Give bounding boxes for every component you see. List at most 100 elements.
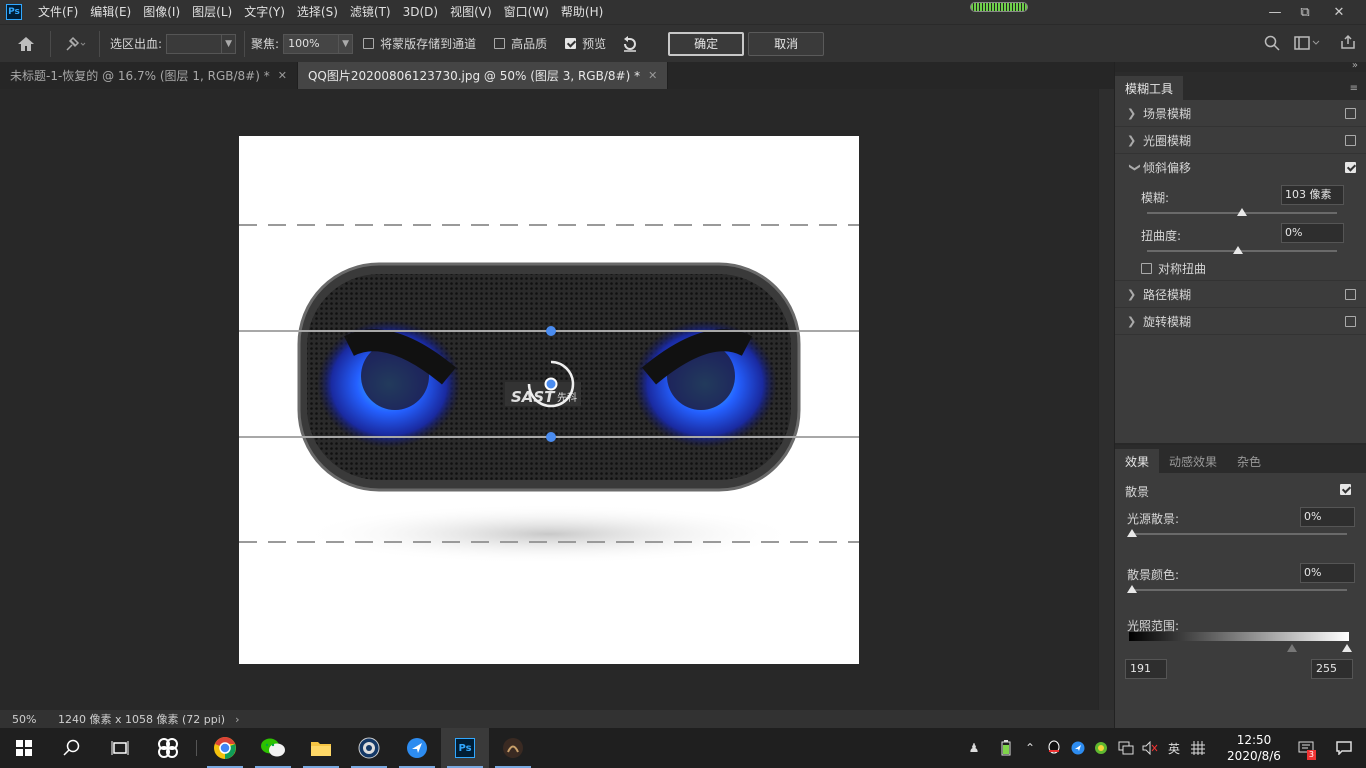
symmetric-distortion-checkbox[interactable] (1141, 263, 1152, 274)
action-center-icon[interactable] (1322, 728, 1366, 768)
close-icon[interactable]: ✕ (648, 69, 657, 82)
blur-item-field[interactable]: ❯ 场景模糊 (1115, 100, 1366, 127)
field-blur-checkbox[interactable] (1345, 108, 1356, 119)
cinema4d-icon[interactable] (345, 728, 393, 768)
clock[interactable]: 12:50 2020/8/6 (1218, 728, 1290, 768)
chrome-icon[interactable] (201, 728, 249, 768)
menu-window[interactable]: 窗口(W) (498, 0, 555, 24)
tab-effects[interactable]: 效果 (1115, 449, 1160, 473)
pinwheel-app-icon[interactable] (144, 728, 192, 768)
light-range-high-input[interactable]: 255 (1311, 659, 1353, 679)
wechat-icon[interactable] (249, 728, 297, 768)
search-icon[interactable] (1264, 35, 1280, 54)
game-app-icon[interactable] (489, 728, 537, 768)
blur-item-path[interactable]: ❯ 路径模糊 (1115, 281, 1366, 308)
distortion-input[interactable]: 0% (1281, 223, 1344, 243)
home-icon[interactable] (8, 25, 44, 63)
ime-indicator[interactable]: 英 (1162, 728, 1186, 768)
feishu-tray-icon[interactable] (1066, 728, 1090, 768)
volume-muted-icon[interactable] (1138, 728, 1162, 768)
chevron-up-icon[interactable]: ⌃ (1018, 728, 1042, 768)
light-range-low-input[interactable]: 191 (1125, 659, 1167, 679)
chevron-right-icon[interactable]: ❯ (1127, 315, 1143, 328)
chevron-right-icon[interactable]: ❯ (1127, 288, 1143, 301)
chevron-right-icon[interactable]: › (235, 713, 239, 726)
reset-icon[interactable] (616, 25, 644, 63)
menu-type[interactable]: 文字(Y) (238, 0, 291, 24)
task-view-icon[interactable] (96, 728, 144, 768)
checkbox-box[interactable] (363, 38, 375, 49)
person-icon[interactable]: ♟ (962, 728, 986, 768)
iris-blur-checkbox[interactable] (1345, 135, 1356, 146)
ok-button[interactable]: 确定 (668, 31, 745, 56)
workspace-icon[interactable] (1294, 36, 1320, 53)
restore-icon[interactable]: ⧉ (1288, 0, 1322, 24)
tab-qq-image-document[interactable]: QQ图片20200806123730.jpg @ 50% (图层 3, RGB/… (297, 62, 669, 89)
chevron-down-icon[interactable]: ❯ (1129, 160, 1142, 176)
blur-amount-input[interactable]: 103 像素 (1281, 185, 1344, 205)
battery-icon[interactable] (994, 728, 1018, 768)
tilt-shift-checkbox[interactable] (1345, 162, 1356, 173)
windows-start-icon[interactable] (0, 728, 48, 768)
high-quality-checkbox[interactable]: 高品质 (494, 35, 547, 52)
light-bokeh-input[interactable]: 0% (1300, 507, 1355, 527)
share-icon[interactable] (1340, 34, 1356, 53)
tab-noise[interactable]: 杂色 (1227, 449, 1271, 473)
blur-item-tilt-shift[interactable]: ❯ 倾斜偏移 (1115, 154, 1366, 181)
photoshop-taskbar-icon[interactable]: Ps (441, 728, 489, 768)
bokeh-color-slider-thumb[interactable] (1127, 585, 1137, 593)
light-bokeh-slider-track[interactable] (1129, 533, 1347, 535)
tab-motion-effects[interactable]: 动感效果 (1159, 449, 1227, 473)
menu-view[interactable]: 视图(V) (444, 0, 498, 24)
menu-layer[interactable]: 图层(L) (186, 0, 238, 24)
focus-select[interactable]: 100% ▼ (283, 33, 354, 54)
ime-grid-icon[interactable] (1186, 728, 1210, 768)
bokeh-color-input[interactable]: 0% (1300, 563, 1355, 583)
document-canvas[interactable]: SAST 先科 (239, 136, 859, 664)
chevron-right-icon[interactable]: ❯ (1127, 134, 1143, 147)
pin-tool-icon[interactable] (57, 25, 93, 63)
panel-menu-icon[interactable]: ≡ (1350, 83, 1358, 94)
menu-filter[interactable]: 滤镜(T) (344, 0, 397, 24)
blur-item-iris[interactable]: ❯ 光圈模糊 (1115, 127, 1366, 154)
light-bokeh-slider-thumb[interactable] (1127, 529, 1137, 537)
spin-blur-checkbox[interactable] (1345, 316, 1356, 327)
photoshop-logo-icon[interactable]: Ps (6, 4, 22, 20)
menu-image[interactable]: 图像(I) (137, 0, 186, 24)
path-blur-checkbox[interactable] (1345, 289, 1356, 300)
menu-3d[interactable]: 3D(D) (397, 0, 444, 24)
feishu-app-icon[interactable] (393, 728, 441, 768)
close-icon[interactable]: ✕ (1322, 0, 1356, 24)
menu-select[interactable]: 选择(S) (291, 0, 344, 24)
checkbox-box[interactable] (565, 38, 577, 49)
checkbox-box[interactable] (494, 38, 506, 49)
selection-bleed-select[interactable]: ▼ (166, 33, 237, 54)
blur-slider-thumb[interactable] (1237, 208, 1247, 216)
light-range-high-thumb[interactable] (1342, 644, 1352, 652)
notification-icon[interactable]: 3 (1290, 728, 1322, 768)
preview-checkbox[interactable]: 预览 (565, 35, 606, 52)
bokeh-checkbox[interactable] (1340, 484, 1351, 495)
minimize-icon[interactable]: — (1258, 0, 1292, 24)
close-icon[interactable]: ✕ (278, 69, 287, 82)
symmetric-distortion-row[interactable]: 对称扭曲 (1115, 257, 1366, 281)
tab-untitled-document[interactable]: 未标题-1-恢复的 @ 16.7% (图层 1, RGB/8#) * ✕ (0, 62, 298, 89)
tab-blur-tools[interactable]: 模糊工具 (1115, 76, 1184, 100)
distortion-slider-thumb[interactable] (1233, 246, 1243, 254)
light-range-gradient[interactable] (1129, 632, 1349, 641)
collapse-panel-icon[interactable]: » (1352, 60, 1358, 71)
vertical-scrollbar[interactable] (1098, 89, 1114, 710)
menu-edit[interactable]: 编辑(E) (84, 0, 137, 24)
blur-item-spin[interactable]: ❯ 旋转模糊 (1115, 308, 1366, 335)
file-explorer-icon[interactable] (297, 728, 345, 768)
search-icon[interactable] (48, 728, 96, 768)
canvas-area[interactable]: SAST 先科 (0, 89, 1098, 710)
zoom-level[interactable]: 50% (12, 713, 48, 726)
bokeh-color-slider-track[interactable] (1129, 589, 1347, 591)
menu-help[interactable]: 帮助(H) (555, 0, 609, 24)
qq-icon[interactable] (1042, 728, 1066, 768)
chevron-right-icon[interactable]: ❯ (1127, 107, 1143, 120)
network-icon[interactable] (1114, 728, 1138, 768)
light-range-low-thumb[interactable] (1287, 644, 1297, 652)
security-shield-icon[interactable] (1090, 728, 1114, 768)
